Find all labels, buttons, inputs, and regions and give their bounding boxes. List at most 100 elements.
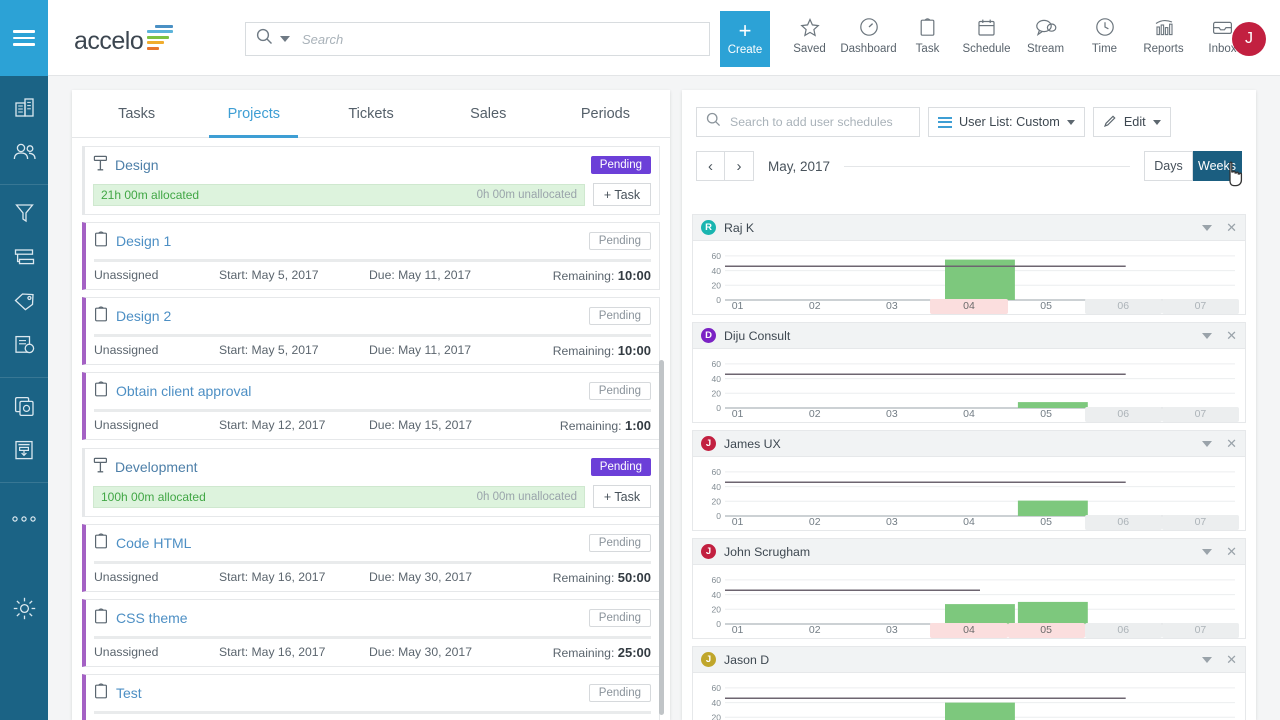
user-schedule-card: JJames UX✕020406001020304050607 [692,430,1246,531]
close-icon[interactable]: ✕ [1226,437,1237,450]
x-axis-tick: 04 [930,299,1007,314]
user-list-dropdown[interactable]: User List: Custom [928,107,1085,137]
schedule-search-input[interactable] [730,115,919,129]
global-search[interactable] [245,22,710,56]
nav-item-reports[interactable]: Reports [1134,16,1193,55]
task-title[interactable]: Obtain client approval [116,383,251,399]
user-name[interactable]: Raj K [724,221,754,235]
milestone-title[interactable]: Development [115,459,198,475]
task-remaining-label: Remaining: [553,269,615,283]
user-name[interactable]: Jason D [724,653,769,667]
task-due-date: Due: May 15, 2017 [369,418,529,433]
task-start-date: Start: May 16, 2017 [219,645,369,660]
rail-item-companies[interactable] [0,88,48,132]
status-badge: Pending [589,609,651,627]
task-header: TestPending [94,682,651,704]
close-icon[interactable]: ✕ [1226,329,1237,342]
milestone-title[interactable]: Design [115,157,159,173]
brand-logo[interactable]: accelo [74,22,173,56]
nav-item-task[interactable]: Task [898,16,957,55]
rail-item-sales[interactable] [0,193,48,237]
nav-item-time[interactable]: Time [1075,16,1134,55]
task-title[interactable]: Design 1 [116,233,171,249]
rail-item-assets[interactable] [0,386,48,430]
close-icon[interactable]: ✕ [1226,221,1237,234]
projects-list-icon [13,247,36,272]
x-axis-tick: 03 [853,515,930,530]
tab-tasks[interactable]: Tasks [78,90,195,137]
x-axis-tick: 02 [776,407,853,422]
allocated-label: 21h 00m allocated [101,188,199,202]
avatar: J [701,436,716,451]
avatar-initial: J [1245,30,1253,48]
chevron-down-icon[interactable] [1202,225,1212,231]
rail-item-more[interactable] [0,491,48,547]
x-axis-tick: 01 [699,515,776,530]
chevron-down-icon[interactable] [1202,657,1212,663]
task-title[interactable]: Design 2 [116,308,171,324]
tab-projects[interactable]: Projects [195,90,312,137]
user-name[interactable]: John Scrugham [724,545,810,559]
add-task-button[interactable]: + Task [593,183,651,206]
task-assignee: Unassigned [94,343,219,358]
tab-periods[interactable]: Periods [547,90,664,137]
chevron-down-icon[interactable] [1202,549,1212,555]
add-task-button[interactable]: + Task [593,485,651,508]
tab-tickets[interactable]: Tickets [312,90,429,137]
milestone-icon [93,456,108,478]
rail-item-settings[interactable] [0,589,48,633]
user-name[interactable]: James UX [724,437,781,451]
search-icon [706,112,721,132]
nav-item-saved[interactable]: Saved [780,16,839,55]
view-days-button[interactable]: Days [1144,151,1193,181]
tab-sales[interactable]: Sales [430,90,547,137]
contacts-people-icon [12,142,37,166]
rail-item-tickets[interactable] [0,281,48,325]
user-schedule-header: J James UX ✕ [693,431,1245,457]
nav-item-schedule[interactable]: Schedule [957,16,1016,55]
chevron-down-icon[interactable] [1202,333,1212,339]
settings-gear-icon [12,596,37,626]
search-icon [256,28,273,50]
rail-item-contacts[interactable] [0,132,48,176]
close-icon[interactable]: ✕ [1226,545,1237,558]
task-remaining-value: 25:00 [618,645,651,660]
rail-item-billing[interactable] [0,430,48,474]
nav-item-dashboard[interactable]: Dashboard [839,16,898,55]
menu-toggle-button[interactable] [0,0,48,76]
clipboard-icon [94,380,108,402]
schedule-search[interactable] [696,107,920,137]
chart-x-axis: 01020304050607 [699,515,1239,530]
add-task-label: + Task [604,490,640,504]
user-schedules-list[interactable]: RRaj K✕020406001020304050607DDiju Consul… [682,214,1256,720]
x-axis-tick: 05 [1008,299,1085,314]
close-icon[interactable]: ✕ [1226,653,1237,666]
task-header: Design 1Pending [94,230,651,252]
task-remaining-value: 50:00 [618,570,651,585]
task-title[interactable]: Code HTML [116,535,191,551]
user-name[interactable]: Diju Consult [724,329,790,343]
rail-item-projects[interactable] [0,237,48,281]
nav-item-stream[interactable]: Stream [1016,16,1075,55]
projects-list-scrollbar[interactable] [659,360,664,715]
search-scope-chevron-down-icon[interactable] [280,36,290,42]
projects-list[interactable]: DesignPending21h 00m allocated0h 00m una… [72,138,670,720]
chevron-down-icon [1067,120,1075,125]
rail-divider [0,184,48,185]
search-input[interactable] [302,32,709,47]
star-icon [800,16,820,38]
view-weeks-button[interactable]: Weeks [1193,151,1242,181]
previous-period-button[interactable]: ‹ [696,151,725,181]
create-button[interactable]: + Create [720,11,770,67]
task-title[interactable]: CSS theme [116,610,188,626]
svg-text:40: 40 [712,482,722,492]
task-start-date: Start: May 5, 2017 [219,343,369,358]
add-task-label: + Task [604,188,640,202]
chevron-down-icon[interactable] [1202,441,1212,447]
user-avatar[interactable]: J [1232,22,1266,56]
svg-text:20: 20 [712,281,722,291]
task-title[interactable]: Test [116,685,142,701]
rail-item-retainers[interactable] [0,325,48,369]
edit-dropdown[interactable]: Edit [1093,107,1171,137]
next-period-button[interactable]: › [725,151,754,181]
